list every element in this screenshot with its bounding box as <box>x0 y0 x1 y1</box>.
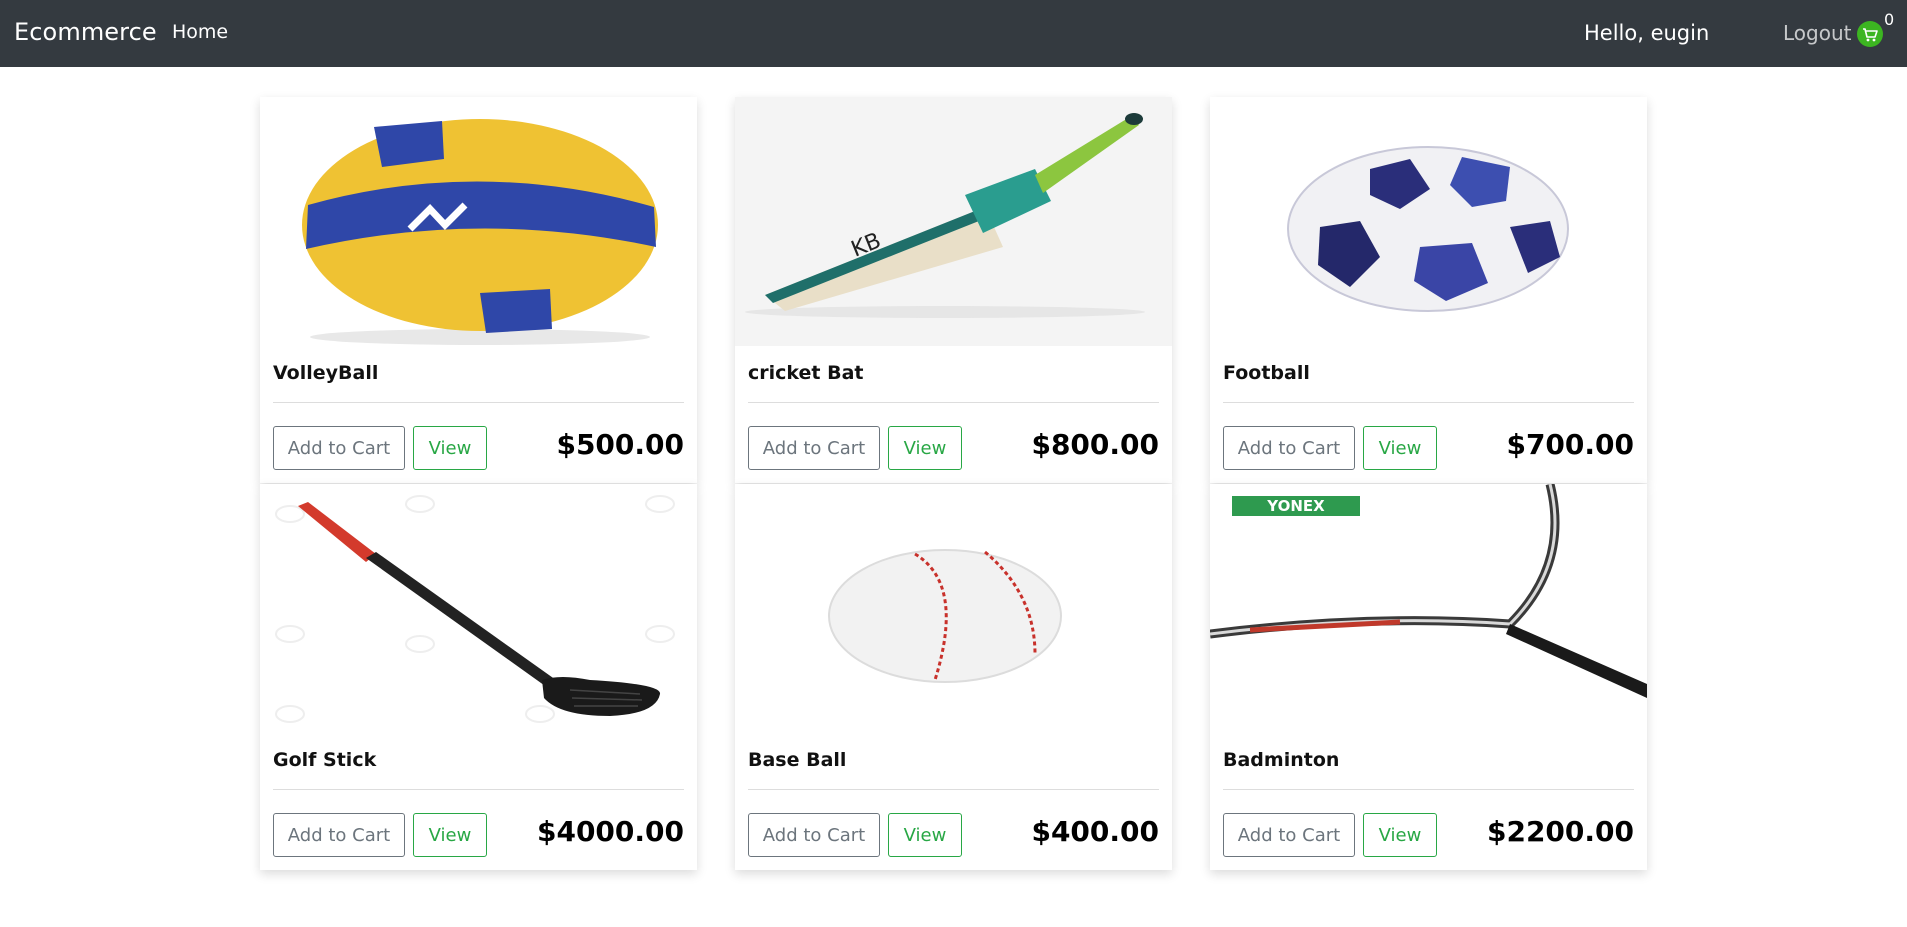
view-button[interactable]: View <box>888 426 962 470</box>
view-button[interactable]: View <box>1363 426 1437 470</box>
product-price: $4000.00 <box>536 815 684 848</box>
navbar: Ecommerce Home Hello, eugin Logout 0 <box>0 0 1907 67</box>
product-card-golf-stick: Golf Stick Add to Cart View $4000.00 <box>260 484 697 870</box>
product-title[interactable]: Badminton <box>1223 749 1339 771</box>
product-card-badminton: YONEX Badminton Add to Cart View $2200.0… <box>1210 484 1647 870</box>
product-title[interactable]: cricket Bat <box>748 362 864 384</box>
nav-home-link[interactable]: Home <box>172 21 228 43</box>
product-title[interactable]: Golf Stick <box>273 749 376 771</box>
add-to-cart-button[interactable]: Add to Cart <box>273 426 405 470</box>
view-button[interactable]: View <box>888 813 962 857</box>
card-divider <box>1223 402 1634 403</box>
product-price: $700.00 <box>1506 428 1634 461</box>
view-button[interactable]: View <box>413 426 487 470</box>
cart-icon[interactable] <box>1857 21 1883 47</box>
product-card-volleyball: VolleyBall Add to Cart View $500.00 <box>260 97 697 483</box>
user-greeting: Hello, eugin <box>1584 21 1710 45</box>
product-title[interactable]: Base Ball <box>748 749 846 771</box>
product-price: $800.00 <box>1031 428 1159 461</box>
product-price: $400.00 <box>1031 815 1159 848</box>
product-title[interactable]: Football <box>1223 362 1310 384</box>
card-divider <box>273 789 684 790</box>
product-image-baseball <box>735 484 1172 733</box>
view-button[interactable]: View <box>1363 813 1437 857</box>
card-divider <box>748 402 1159 403</box>
add-to-cart-button[interactable]: Add to Cart <box>1223 813 1355 857</box>
view-button[interactable]: View <box>413 813 487 857</box>
add-to-cart-button[interactable]: Add to Cart <box>1223 426 1355 470</box>
logout-link[interactable]: Logout <box>1783 21 1851 45</box>
product-title[interactable]: VolleyBall <box>273 362 378 384</box>
card-divider <box>1223 789 1634 790</box>
product-image-football <box>1210 97 1647 346</box>
yonex-logo-text: YONEX <box>1266 497 1325 515</box>
product-card-cricket-bat: KB cricket Bat Add to Cart View $800.00 <box>735 97 1172 483</box>
product-card-baseball: Base Ball Add to Cart View $400.00 <box>735 484 1172 870</box>
card-divider <box>273 402 684 403</box>
add-to-cart-button[interactable]: Add to Cart <box>748 813 880 857</box>
brand-logo[interactable]: Ecommerce <box>14 18 157 46</box>
product-price: $2200.00 <box>1486 815 1634 848</box>
product-price: $500.00 <box>556 428 684 461</box>
add-to-cart-button[interactable]: Add to Cart <box>748 426 880 470</box>
product-image-badminton: YONEX <box>1210 484 1647 733</box>
cart-count-badge: 0 <box>1884 10 1895 29</box>
product-image-volleyball <box>260 97 697 346</box>
product-image-cricket-bat: KB <box>735 97 1172 346</box>
card-divider <box>748 789 1159 790</box>
product-card-football: Football Add to Cart View $700.00 <box>1210 97 1647 483</box>
add-to-cart-button[interactable]: Add to Cart <box>273 813 405 857</box>
product-image-golf-stick <box>260 484 697 733</box>
